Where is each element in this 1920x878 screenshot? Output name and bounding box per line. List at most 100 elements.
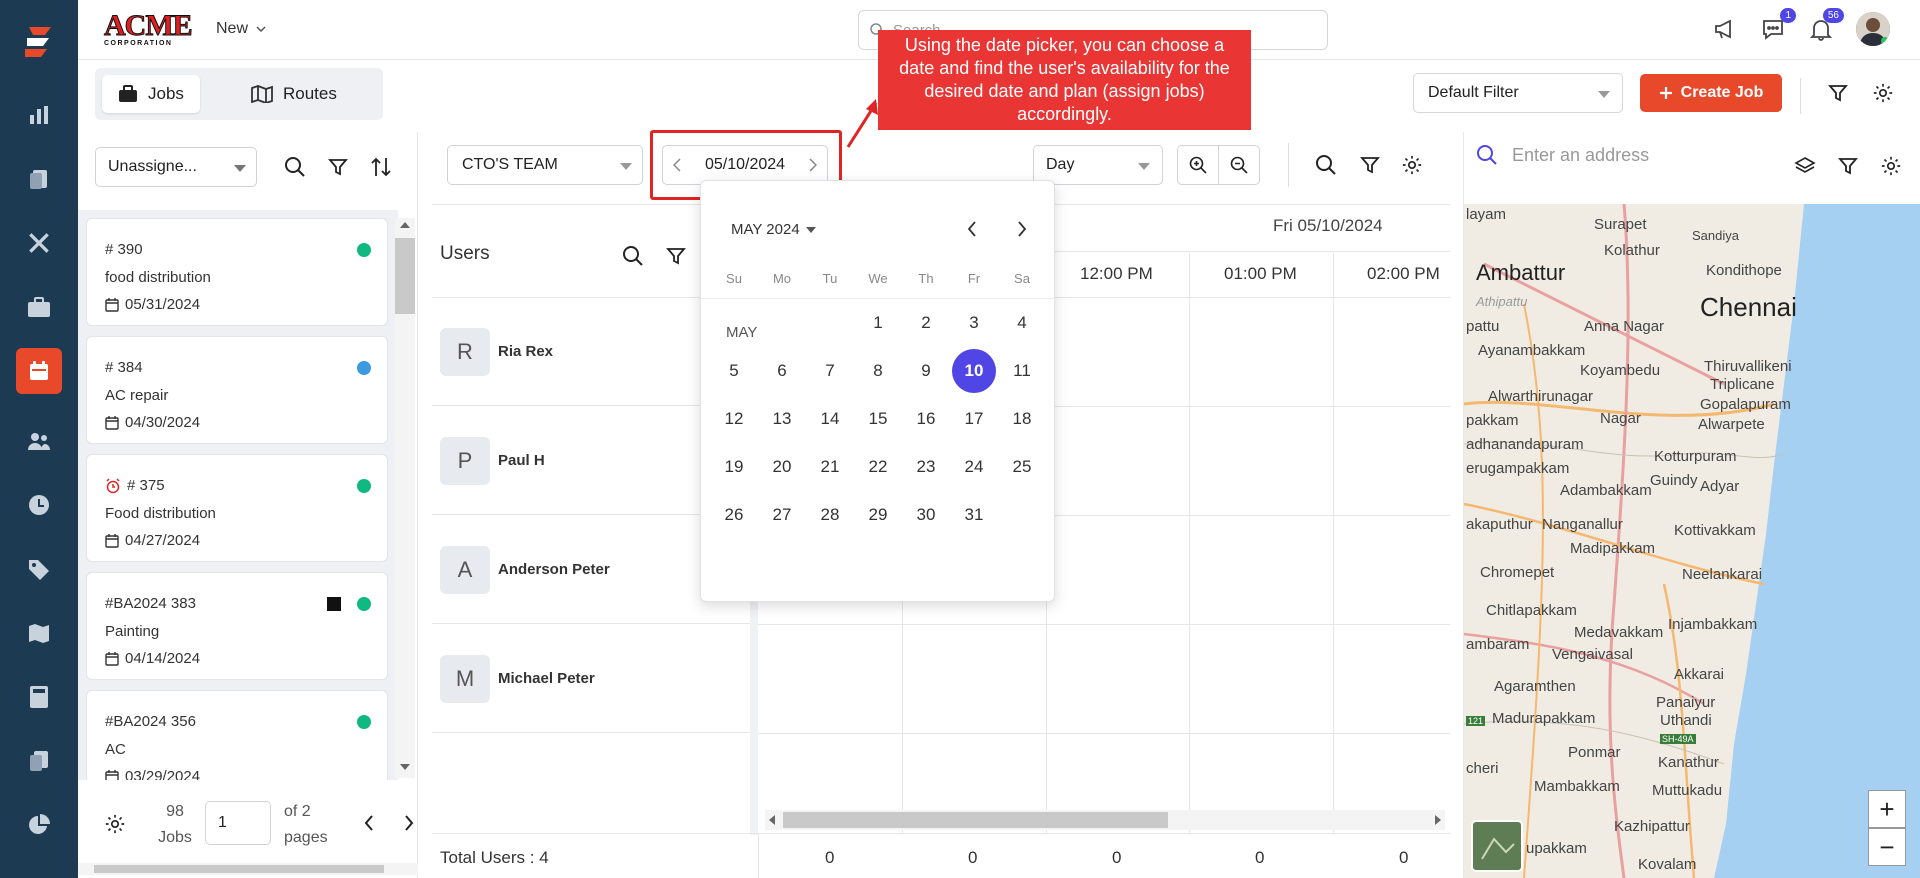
briefcase-icon[interactable] xyxy=(16,284,62,330)
job-card[interactable]: # 375 Food distribution 04/27/2024 xyxy=(86,454,388,562)
prev-page-button[interactable] xyxy=(364,815,374,831)
tag-icon[interactable] xyxy=(16,546,62,592)
user-avatar[interactable] xyxy=(1856,12,1890,46)
calendar-day[interactable]: 20 xyxy=(760,445,804,489)
calendar-day[interactable]: 5 xyxy=(712,349,756,393)
zoom-out-button[interactable] xyxy=(1218,145,1260,185)
scrollbar-thumb[interactable] xyxy=(783,812,1168,828)
map-view[interactable]: layam Surapet Sandiya Kolathur Ambattur … xyxy=(1464,204,1920,878)
reports-icon[interactable] xyxy=(16,92,62,138)
zoom-in-button[interactable] xyxy=(1177,145,1219,185)
job-list-scrollbar[interactable] xyxy=(395,218,415,778)
job-card[interactable]: # 390 food distribution 05/31/2024 xyxy=(86,218,388,326)
next-month-button[interactable] xyxy=(1017,221,1027,237)
calendar-day[interactable]: 13 xyxy=(760,397,804,441)
calendar-day[interactable]: 31 xyxy=(952,493,996,537)
app-logo-icon[interactable] xyxy=(16,18,62,64)
prev-month-button[interactable] xyxy=(967,221,977,237)
calendar-day[interactable]: 12 xyxy=(712,397,756,441)
calendar-day[interactable]: 24 xyxy=(952,445,996,489)
address-search-input[interactable]: Enter an address xyxy=(1476,144,1649,166)
calendar-day[interactable]: 16 xyxy=(904,397,948,441)
documents-icon[interactable] xyxy=(16,738,62,784)
sort-icon[interactable] xyxy=(370,156,392,178)
map-zoom-in-button[interactable]: + xyxy=(1868,790,1906,828)
user-name: Anderson Peter xyxy=(498,561,610,578)
settings-gear-icon[interactable] xyxy=(104,813,126,835)
calendar-day-selected[interactable]: 10 xyxy=(952,349,996,393)
calendar-day[interactable]: 3 xyxy=(952,301,996,345)
filter-icon[interactable] xyxy=(1828,83,1848,103)
job-status-filter-select[interactable]: Unassigne... xyxy=(95,147,257,187)
create-job-button[interactable]: Create Job xyxy=(1640,74,1782,112)
calendar-day[interactable]: 22 xyxy=(856,445,900,489)
calendar-day[interactable]: 17 xyxy=(952,397,996,441)
settings-gear-icon[interactable] xyxy=(1401,154,1423,176)
scrollbar-thumb[interactable] xyxy=(94,865,384,873)
calendar-day[interactable]: 30 xyxy=(904,493,948,537)
timeline-scrollbar[interactable] xyxy=(765,810,1445,830)
job-card[interactable]: # 384 AC repair 04/30/2024 xyxy=(86,336,388,444)
calendar-day[interactable]: 28 xyxy=(808,493,852,537)
job-card[interactable]: #BA2024 356 AC 03/29/2024 xyxy=(86,690,388,780)
settings-gear-icon[interactable] xyxy=(1880,155,1902,177)
search-icon[interactable] xyxy=(284,156,306,178)
map-label: SH-49A xyxy=(1660,734,1696,744)
settings-gear-icon[interactable] xyxy=(1872,82,1894,104)
bell-icon[interactable]: 56 xyxy=(1806,8,1844,44)
chat-icon[interactable]: 1 xyxy=(1758,8,1796,44)
filter-icon[interactable] xyxy=(328,157,348,177)
page-number-input[interactable]: 1 xyxy=(205,801,271,845)
calendar-day[interactable]: 8 xyxy=(856,349,900,393)
calendar-day[interactable]: 19 xyxy=(712,445,756,489)
job-card[interactable]: #BA2024 383 Painting 04/14/2024 xyxy=(86,572,388,680)
clock-icon[interactable] xyxy=(16,482,62,528)
calendar-day[interactable]: 26 xyxy=(712,493,756,537)
calendar-day[interactable]: 27 xyxy=(760,493,804,537)
user-row[interactable]: M Michael Peter xyxy=(432,625,750,733)
team-select[interactable]: CTO'S TEAM xyxy=(447,145,643,185)
horizontal-scrollbar[interactable] xyxy=(78,863,418,875)
tab-routes[interactable]: Routes xyxy=(235,75,353,113)
calendar-day[interactable]: 15 xyxy=(856,397,900,441)
calendar-day[interactable]: 29 xyxy=(856,493,900,537)
calendar-day[interactable]: 1 xyxy=(856,301,900,345)
map-icon[interactable] xyxy=(16,610,62,656)
calendar-icon[interactable] xyxy=(16,348,62,394)
month-year-select[interactable]: MAY 2024 xyxy=(731,221,816,238)
view-mode-select[interactable]: Day xyxy=(1033,145,1163,185)
calendar-day[interactable]: 4 xyxy=(1000,301,1044,345)
view-tabs: Jobs Routes xyxy=(95,68,383,120)
pie-chart-icon[interactable] xyxy=(16,802,62,848)
filter-icon[interactable] xyxy=(1360,155,1380,175)
calendar-day[interactable]: 2 xyxy=(904,301,948,345)
filter-icon[interactable] xyxy=(666,246,686,266)
calendar-day[interactable]: 6 xyxy=(760,349,804,393)
scrollbar-thumb[interactable] xyxy=(395,238,415,314)
new-menu-button[interactable]: New xyxy=(216,20,266,38)
next-page-button[interactable] xyxy=(404,815,414,831)
tools-icon[interactable] xyxy=(16,220,62,266)
job-date: 04/30/2024 xyxy=(105,414,200,431)
company-logo[interactable]: ACME CORPORATION xyxy=(104,10,194,50)
calendar-day[interactable]: 23 xyxy=(904,445,948,489)
clipboard-icon[interactable] xyxy=(16,156,62,202)
search-icon[interactable] xyxy=(622,245,644,267)
users-icon[interactable] xyxy=(16,418,62,464)
megaphone-icon[interactable] xyxy=(1710,14,1740,44)
calendar-day[interactable]: 21 xyxy=(808,445,852,489)
filter-icon[interactable] xyxy=(1838,156,1858,176)
layers-icon[interactable] xyxy=(1794,156,1816,176)
calendar-day[interactable]: 9 xyxy=(904,349,948,393)
view-mode-value: Day xyxy=(1046,156,1075,173)
calendar-day[interactable]: 25 xyxy=(1000,445,1044,489)
search-icon[interactable] xyxy=(1315,154,1337,176)
calendar-day[interactable]: 11 xyxy=(1000,349,1044,393)
tab-jobs[interactable]: Jobs xyxy=(102,75,200,113)
calendar-day[interactable]: 14 xyxy=(808,397,852,441)
calendar-day[interactable]: 18 xyxy=(1000,397,1044,441)
calendar-day[interactable]: 7 xyxy=(808,349,852,393)
calculator-icon[interactable] xyxy=(16,674,62,720)
map-zoom-out-button[interactable]: − xyxy=(1868,828,1906,866)
default-filter-select[interactable]: Default Filter xyxy=(1413,73,1623,113)
